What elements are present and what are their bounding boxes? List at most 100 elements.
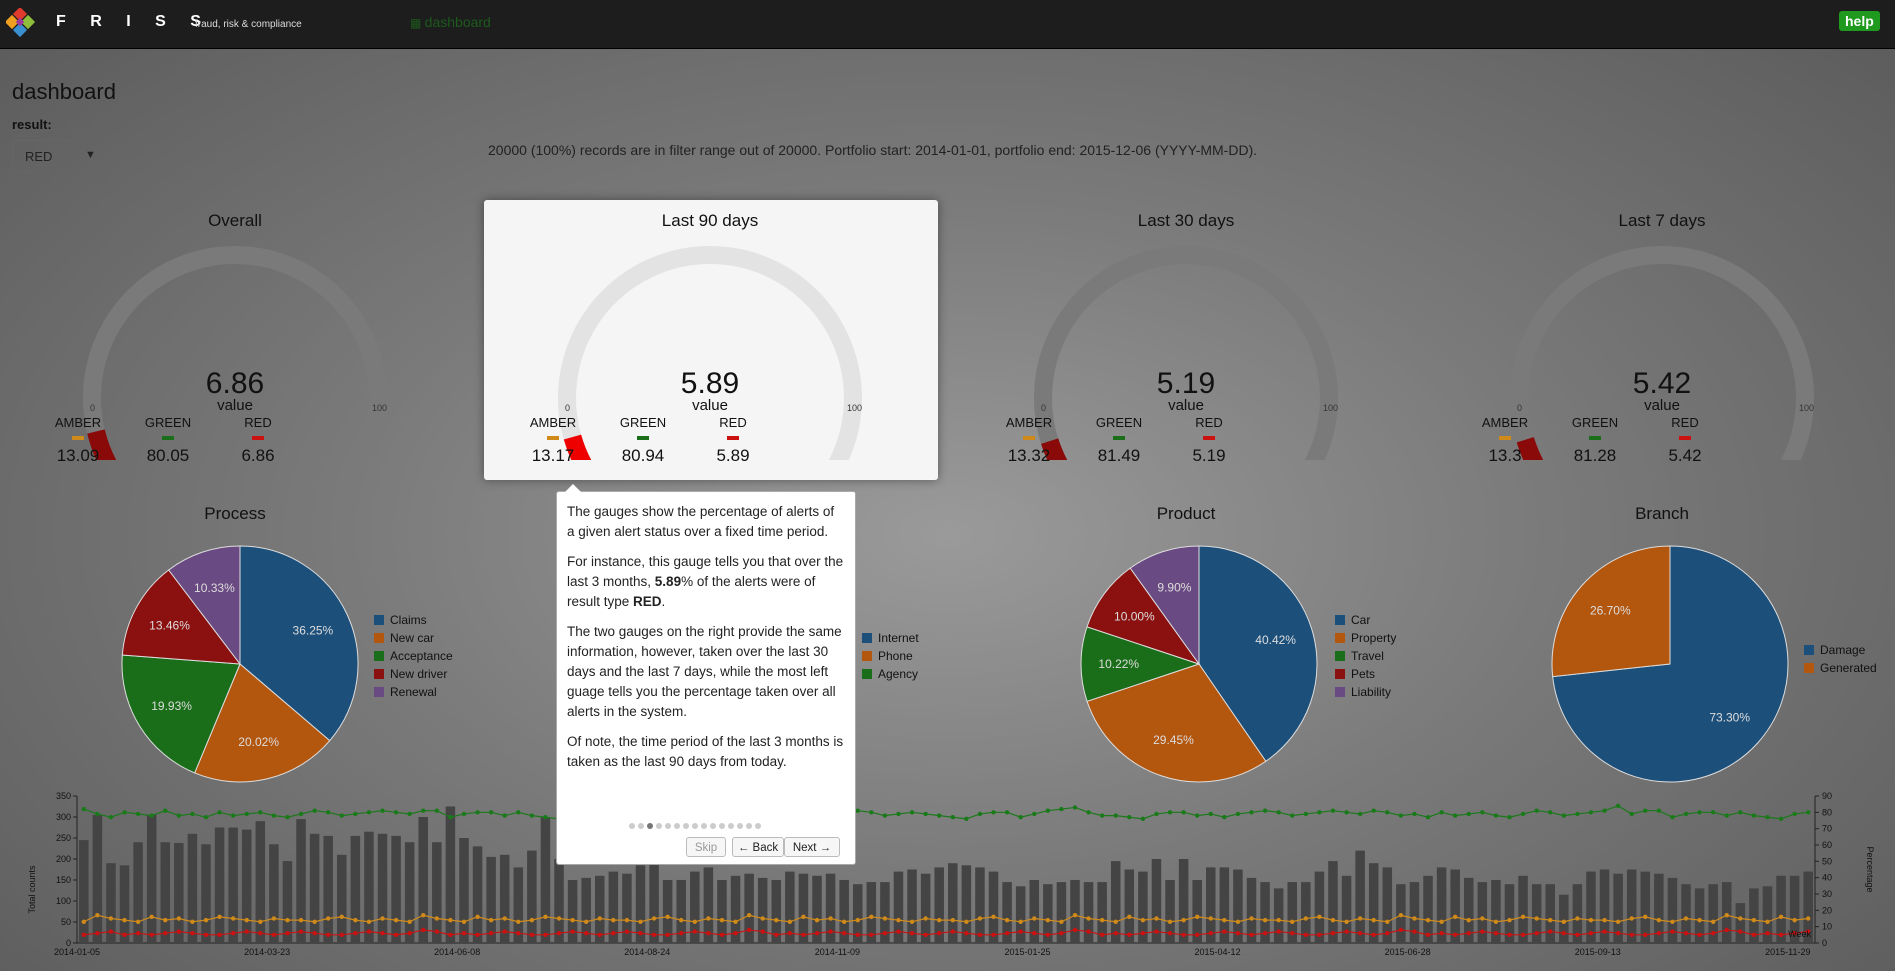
series-point-amber[interactable] [937, 917, 942, 923]
series-point-red[interactable] [1398, 927, 1404, 933]
weekly-bar[interactable] [1545, 884, 1555, 943]
nav-dashboard-link[interactable]: ▦ dashboard [410, 14, 491, 30]
series-point-green[interactable] [1371, 808, 1376, 813]
weekly-bar[interactable] [309, 833, 320, 943]
series-point-red[interactable] [1683, 931, 1689, 936]
series-point-amber[interactable] [1412, 916, 1417, 921]
series-point-red[interactable] [1208, 931, 1213, 936]
series-point-green[interactable] [977, 811, 983, 817]
series-point-red[interactable] [1371, 932, 1376, 938]
series-point-green[interactable] [1059, 806, 1064, 812]
series-point-green[interactable] [339, 813, 344, 818]
series-point-green[interactable] [380, 808, 385, 813]
weekly-bar[interactable] [1070, 880, 1080, 943]
series-point-red[interactable] [937, 931, 942, 936]
series-point-amber[interactable] [1004, 917, 1010, 923]
series-point-red[interactable] [1113, 931, 1118, 936]
series-point-amber[interactable] [230, 916, 236, 921]
series-point-green[interactable] [1018, 815, 1023, 820]
series-point-red[interactable] [475, 932, 480, 938]
weekly-bar[interactable] [798, 873, 809, 943]
series-point-red[interactable] [244, 929, 249, 934]
series-point-green[interactable] [1113, 813, 1118, 818]
series-point-green[interactable] [230, 813, 236, 818]
series-point-amber[interactable] [828, 916, 833, 921]
series-point-red[interactable] [149, 932, 154, 938]
series-point-green[interactable] [1452, 813, 1458, 818]
series-point-red[interactable] [991, 932, 996, 938]
series-point-red[interactable] [461, 931, 467, 936]
series-point-green[interactable] [869, 810, 874, 815]
result-select[interactable]: RED ▼ [12, 140, 110, 172]
series-point-amber[interactable] [1806, 916, 1811, 921]
series-point-amber[interactable] [1290, 919, 1295, 924]
series-point-red[interactable] [1059, 931, 1064, 936]
series-point-red[interactable] [516, 931, 521, 936]
series-point-amber[interactable] [1575, 916, 1580, 921]
series-point-red[interactable] [1602, 929, 1607, 934]
series-point-red[interactable] [1032, 931, 1037, 936]
series-point-amber[interactable] [1154, 916, 1159, 921]
series-point-amber[interactable] [1520, 914, 1526, 920]
series-point-red[interactable] [1534, 931, 1539, 936]
weekly-bar[interactable] [1559, 894, 1569, 943]
series-point-green[interactable] [1276, 810, 1281, 815]
series-point-green[interactable] [163, 808, 168, 813]
series-point-red[interactable] [923, 932, 928, 938]
series-point-red[interactable] [1086, 929, 1091, 934]
series-point-amber[interactable] [1303, 916, 1309, 921]
series-point-red[interactable] [1045, 932, 1051, 938]
series-point-amber[interactable] [1466, 917, 1471, 923]
series-point-red[interactable] [95, 931, 100, 936]
series-point-red[interactable] [1643, 932, 1648, 938]
series-point-red[interactable] [543, 932, 548, 938]
series-point-green[interactable] [1194, 813, 1200, 818]
tour-step-dot[interactable] [665, 823, 671, 829]
series-point-green[interactable] [407, 811, 412, 817]
series-point-red[interactable] [1575, 932, 1580, 938]
series-point-red[interactable] [271, 932, 277, 938]
tour-step-dot[interactable] [710, 823, 716, 829]
series-point-red[interactable] [285, 931, 290, 936]
series-point-red[interactable] [1751, 932, 1757, 938]
series-point-green[interactable] [1629, 811, 1634, 817]
weekly-bar[interactable] [201, 844, 211, 943]
series-point-green[interactable] [448, 815, 453, 820]
series-point-amber[interactable] [1072, 913, 1078, 918]
series-point-amber[interactable] [135, 919, 141, 924]
series-point-green[interactable] [1317, 810, 1322, 815]
series-point-amber[interactable] [149, 914, 154, 920]
series-point-red[interactable] [1140, 931, 1146, 936]
series-point-amber[interactable] [1629, 916, 1634, 921]
series-point-amber[interactable] [1222, 917, 1227, 923]
series-point-green[interactable] [135, 811, 141, 817]
pie-legend-item[interactable]: Car [1335, 611, 1396, 629]
weekly-bar[interactable] [160, 842, 171, 943]
series-point-green[interactable] [217, 810, 222, 815]
series-point-red[interactable] [1493, 931, 1499, 936]
series-point-green[interactable] [1656, 808, 1662, 813]
weekly-bar[interactable] [255, 821, 266, 943]
series-point-amber[interactable] [190, 919, 195, 924]
series-point-green[interactable] [1683, 811, 1689, 817]
series-point-red[interactable] [434, 929, 440, 934]
skip-button[interactable]: Skip [686, 837, 726, 857]
series-point-red[interactable] [1670, 929, 1675, 934]
series-point-red[interactable] [1099, 932, 1105, 938]
series-point-green[interactable] [1099, 813, 1105, 818]
series-point-green[interactable] [529, 813, 535, 818]
series-point-amber[interactable] [1249, 916, 1254, 921]
series-point-green[interactable] [81, 806, 86, 812]
series-point-red[interactable] [163, 931, 168, 936]
series-point-amber[interactable] [1317, 914, 1322, 920]
pie-legend-item[interactable]: Internet [862, 629, 919, 647]
tour-step-dot[interactable] [737, 823, 743, 829]
series-point-amber[interactable] [1656, 917, 1662, 923]
pie-legend-item[interactable]: Generated [1804, 659, 1877, 677]
series-point-red[interactable] [679, 931, 684, 936]
series-point-amber[interactable] [1710, 919, 1716, 924]
series-point-amber[interactable] [244, 917, 249, 923]
series-point-green[interactable] [1208, 811, 1213, 817]
series-point-red[interactable] [638, 931, 643, 936]
series-point-amber[interactable] [271, 916, 277, 921]
